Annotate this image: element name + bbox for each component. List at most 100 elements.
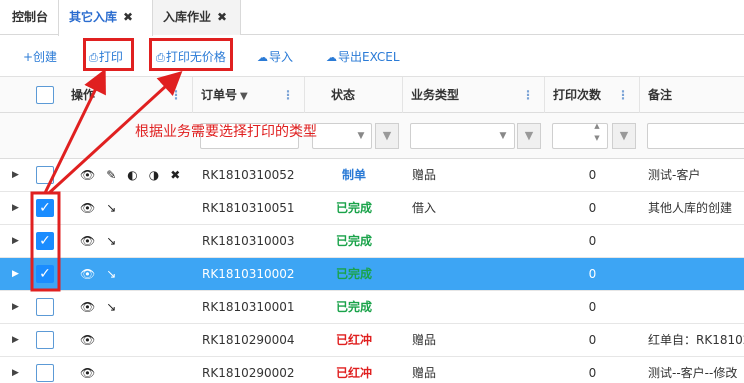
print-count-cell: 0	[588, 201, 597, 215]
column-menu-icon[interactable]: ⋮	[170, 77, 182, 113]
tab-label: 其它入库	[69, 10, 118, 24]
export-label: 导出EXCEL	[338, 50, 400, 64]
expand-icon[interactable]: ▶	[12, 192, 19, 225]
print-count-cell: 0	[588, 234, 597, 248]
remark-cell	[648, 291, 744, 324]
remark-cell: 测试--客户--修改	[648, 366, 738, 380]
table-row[interactable]: ▶ 👁 ↘ RK1810310001 已完成 0	[0, 291, 744, 324]
import-label: 导入	[269, 50, 294, 64]
chevron-down-icon[interactable]: ▼	[494, 123, 512, 149]
expand-icon[interactable]: ▶	[12, 258, 19, 291]
table-row[interactable]: ▶ 👁 RK1810290004 已红冲 赠品 0 红单自：RK18102	[0, 324, 744, 357]
sort-desc-icon: ▼	[240, 91, 248, 102]
column-menu-icon[interactable]: ⋮	[617, 77, 629, 113]
column-menu-icon[interactable]: ⋮	[522, 77, 534, 113]
remark-cell	[648, 225, 744, 258]
row-checkbox[interactable]: ✓	[36, 199, 54, 217]
biz-type-cell: 借入	[412, 201, 437, 215]
remark-cell	[648, 258, 744, 291]
row-checkbox[interactable]: ✓	[36, 265, 54, 283]
filter-icon[interactable]: ▼	[612, 123, 636, 149]
column-header-print-count[interactable]: 打印次数 ⋮	[545, 77, 640, 113]
tab-label: 控制台	[12, 10, 49, 24]
row-actions: 👁 ↘	[80, 225, 127, 258]
row-checkbox[interactable]	[36, 331, 54, 349]
remark-filter-input[interactable]	[647, 123, 744, 149]
table-row[interactable]: ▶ ✓ 👁 ↘ RK1810310051 已完成 借入 0 其他人库的创建	[0, 192, 744, 225]
spinner-icon[interactable]: ▲ ▼	[588, 120, 606, 144]
order-no-cell: RK1810310052	[202, 168, 295, 182]
table-row[interactable]: ▶ 👁 RK1810290002 已红冲 赠品 0 测试--客户--修改	[0, 357, 744, 383]
compress-icon[interactable]: ↘	[106, 258, 116, 291]
expand-icon[interactable]: ▶	[12, 324, 19, 357]
close-icon[interactable]: ✖	[123, 10, 133, 24]
column-header-order-no[interactable]: 订单号 ▼ ⋮	[193, 77, 305, 113]
biz-type-cell: 赠品	[412, 168, 437, 182]
biz-type-cell	[412, 225, 542, 258]
expand-icon[interactable]: ▶	[12, 291, 19, 324]
compress-icon[interactable]: ↘	[106, 225, 116, 258]
expand-icon[interactable]: ▶	[12, 159, 19, 192]
status-cell: 已完成	[335, 267, 372, 281]
contrast-icon[interactable]: ◑	[149, 159, 159, 192]
column-label: 状态	[331, 88, 356, 102]
chevron-down-icon[interactable]: ▼	[352, 123, 370, 149]
shield-icon[interactable]: ◐	[127, 159, 137, 192]
remark-cell: 红单自：RK18102	[648, 333, 744, 347]
column-header-ops[interactable]: 操作 ⋮	[63, 77, 193, 113]
eye-icon[interactable]: 👁	[80, 357, 95, 383]
print-count-cell: 0	[588, 366, 597, 380]
status-cell: 制单	[341, 168, 366, 182]
order-no-cell: RK1810310051	[202, 201, 295, 215]
column-header-status[interactable]: 状态	[305, 77, 403, 113]
export-excel-button[interactable]: ☁导出EXCEL	[326, 48, 400, 65]
import-button[interactable]: ☁导入	[257, 48, 293, 65]
row-checkbox[interactable]	[36, 298, 54, 316]
row-checkbox[interactable]	[36, 364, 54, 382]
eye-icon[interactable]: 👁	[80, 324, 95, 357]
eye-icon[interactable]: 👁	[80, 291, 95, 324]
pencil-icon[interactable]: ✎	[106, 159, 116, 192]
eye-icon[interactable]: 👁	[80, 258, 95, 291]
remark-cell: 测试-客户	[648, 168, 701, 182]
highlight-box-print-no-price	[149, 38, 233, 71]
row-actions: 👁 ↘	[80, 291, 127, 324]
tab-other-inbound[interactable]: 其它入库 ✖	[58, 0, 153, 36]
row-actions: 👁 ↘	[80, 258, 127, 291]
print-count-cell: 0	[588, 267, 597, 281]
order-no-cell: RK1810310002	[202, 267, 295, 281]
close-icon[interactable]: ✖	[170, 159, 180, 192]
tab-console[interactable]: 控制台	[0, 0, 58, 35]
column-header-remark[interactable]: 备注	[640, 77, 744, 113]
biz-type-cell	[412, 258, 542, 291]
print-count-cell: 0	[588, 300, 597, 314]
expand-icon[interactable]: ▶	[12, 225, 19, 258]
row-checkbox[interactable]: ✓	[36, 232, 54, 250]
order-no-cell: RK1810290004	[202, 333, 295, 347]
filter-icon[interactable]: ▼	[517, 123, 541, 149]
filter-icon[interactable]: ▼	[375, 123, 399, 149]
eye-icon[interactable]: 👁	[80, 225, 95, 258]
create-button[interactable]: +创建	[23, 48, 57, 65]
expand-icon[interactable]: ▶	[12, 357, 19, 383]
compress-icon[interactable]: ↘	[106, 291, 116, 324]
row-checkbox[interactable]	[36, 166, 54, 184]
column-menu-icon[interactable]: ⋮	[282, 77, 294, 113]
select-all-checkbox[interactable]	[36, 86, 54, 104]
column-label: 订单号	[201, 88, 238, 102]
compress-icon[interactable]: ↘	[106, 192, 116, 225]
row-actions: 👁 ↘	[80, 192, 127, 225]
highlight-box-print	[83, 38, 134, 71]
eye-icon[interactable]: 👁	[80, 159, 95, 192]
column-label: 操作	[71, 88, 96, 102]
biz-type-cell: 赠品	[412, 366, 437, 380]
row-actions: 👁	[80, 357, 106, 383]
column-label: 业务类型	[411, 88, 460, 102]
table-row[interactable]: ▶ ✓ 👁 ↘ RK1810310002 已完成 0	[0, 258, 744, 291]
column-header-biz-type[interactable]: 业务类型 ⋮	[403, 77, 545, 113]
eye-icon[interactable]: 👁	[80, 192, 95, 225]
table-row[interactable]: ▶ ✓ 👁 ↘ RK1810310003 已完成 0	[0, 225, 744, 258]
tab-inbound-ops[interactable]: 入库作业 ✖	[153, 0, 241, 35]
close-icon[interactable]: ✖	[217, 10, 227, 24]
table-row[interactable]: ▶ 👁 ✎ ◐ ◑ ✖ RK1810310052 制单 赠品 0 测试-客户	[0, 159, 744, 192]
